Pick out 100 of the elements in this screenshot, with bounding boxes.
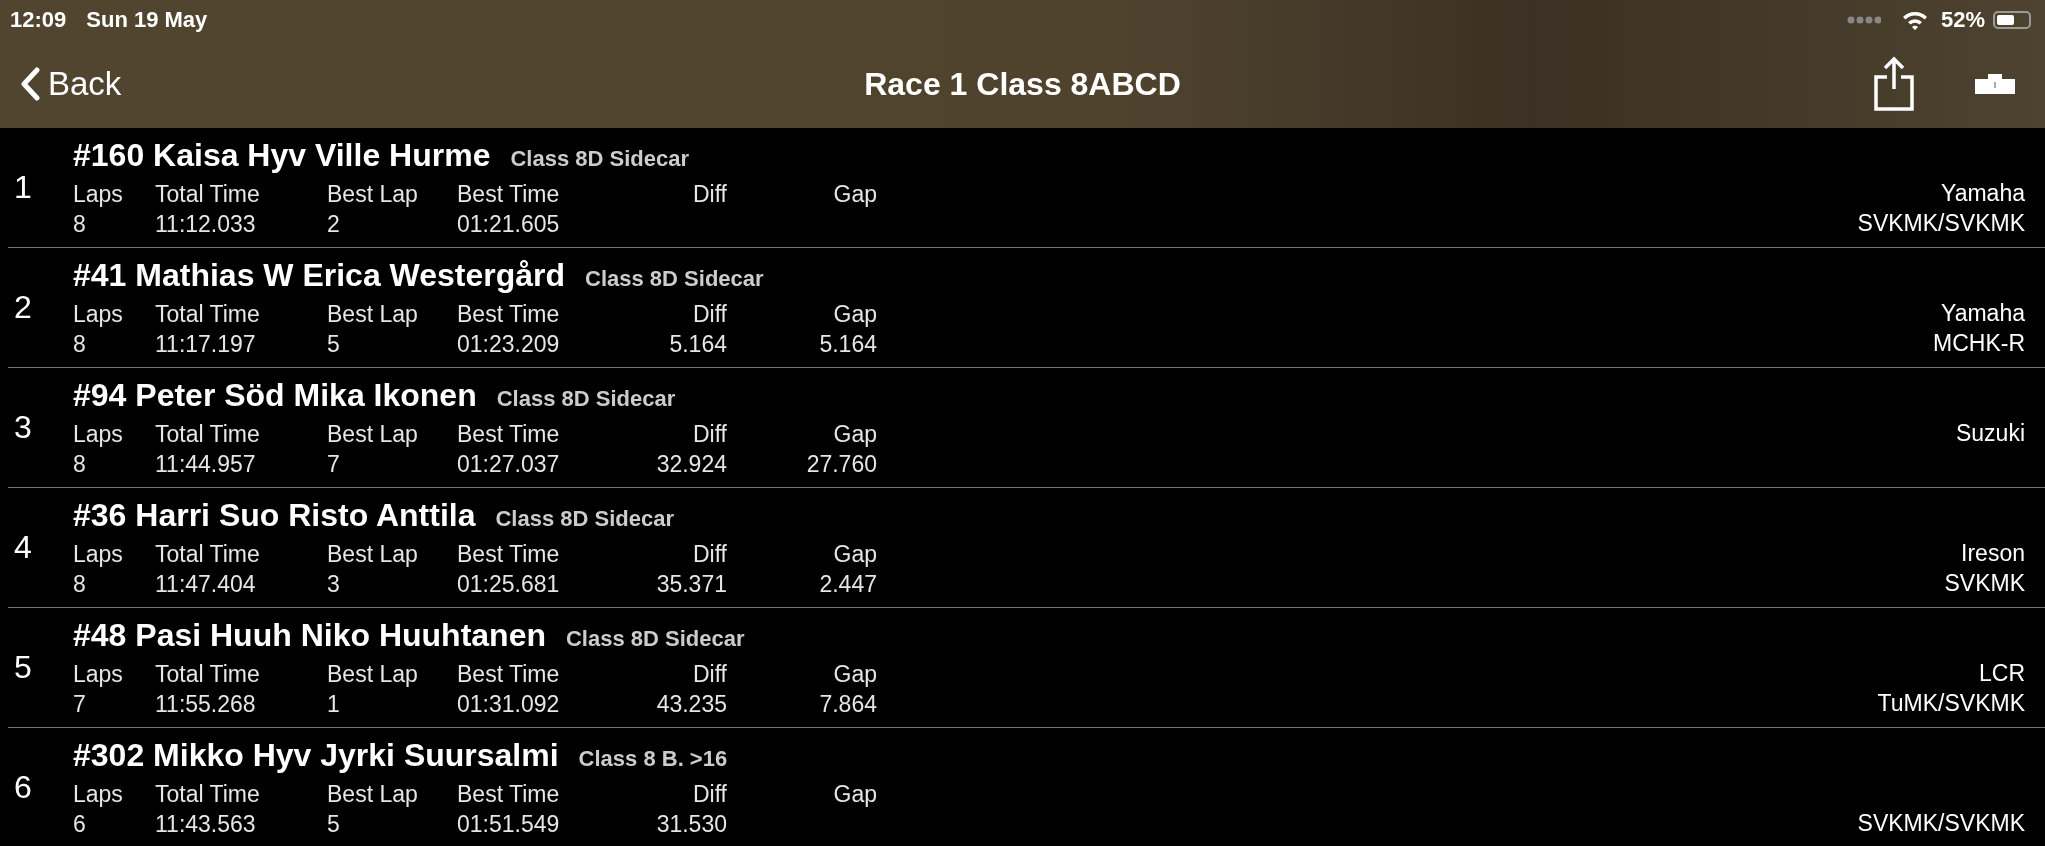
column-label: Laps xyxy=(73,779,124,809)
podium-icon[interactable] xyxy=(1975,74,2015,94)
column-label: Diff xyxy=(691,419,727,449)
column-label: Gap xyxy=(832,539,877,569)
entry-name: #160 Kaisa Hyv Ville Hurme xyxy=(73,136,491,174)
bike-make: LCR xyxy=(1979,658,2025,688)
status-time: 12:09 xyxy=(10,7,67,33)
column-label: Best Lap xyxy=(327,299,419,329)
column-label: Total Time xyxy=(155,539,261,569)
result-value: 11:44.957 xyxy=(155,449,257,479)
column-label: Laps xyxy=(73,659,124,689)
column-label: Diff xyxy=(691,659,727,689)
result-value: 43.235 xyxy=(655,689,727,719)
column-label: Total Time xyxy=(155,419,261,449)
club-name: SVKMK xyxy=(1944,568,2025,598)
result-value: 01:25.681 xyxy=(457,569,561,599)
back-button[interactable]: Back xyxy=(20,65,122,103)
entry-name: #41 Mathias W Erica Westergård xyxy=(73,256,566,294)
bike-make: Yamaha xyxy=(1941,178,2025,208)
column-label: Gap xyxy=(832,419,877,449)
column-label: Best Time xyxy=(457,179,561,209)
column-label: Best Lap xyxy=(327,659,419,689)
result-value: 27.760 xyxy=(805,449,877,479)
column-label: Diff xyxy=(691,299,727,329)
result-value: 3 xyxy=(327,569,341,599)
class-label: Class 8D Sidecar xyxy=(585,265,764,292)
result-value: 6 xyxy=(73,809,87,839)
position-number: 5 xyxy=(13,649,33,686)
position-number: 6 xyxy=(13,769,33,806)
screen-title: Race 1 Class 8ABCD xyxy=(864,65,1181,103)
result-value: 1 xyxy=(327,689,341,719)
bike-make: Ireson xyxy=(1961,538,2025,568)
share-icon[interactable] xyxy=(1873,56,1915,112)
club-name: TuMK/SVKMK xyxy=(1877,688,2025,718)
position-number: 4 xyxy=(13,529,33,566)
column-label: Laps xyxy=(73,299,124,329)
column-label: Gap xyxy=(832,659,877,689)
entry-name: #36 Harri Suo Risto Anttila xyxy=(73,496,476,534)
result-value: 01:31.092 xyxy=(457,689,561,719)
entry-name: #302 Mikko Hyv Jyrki Suursalmi xyxy=(73,736,559,774)
column-label: Best Time xyxy=(457,419,561,449)
position-number: 2 xyxy=(13,289,33,326)
column-label: Laps xyxy=(73,179,124,209)
column-label: Best Lap xyxy=(327,779,419,809)
column-label: Total Time xyxy=(155,299,261,329)
result-value: 8 xyxy=(73,449,87,479)
position-number: 1 xyxy=(13,169,33,206)
column-label: Best Time xyxy=(457,659,561,689)
result-value: 5 xyxy=(327,329,341,359)
class-label: Class 8 B. >16 xyxy=(578,745,728,772)
column-label: Laps xyxy=(73,419,124,449)
result-value: 5.164 xyxy=(818,329,877,359)
battery-icon xyxy=(1993,11,2031,29)
result-value: 7 xyxy=(73,689,87,719)
result-value: 01:51.549 xyxy=(457,809,561,839)
column-label: Diff xyxy=(691,779,727,809)
result-value: 2.447 xyxy=(818,569,877,599)
column-label: Gap xyxy=(832,779,877,809)
column-label: Diff xyxy=(691,179,727,209)
result-value: 01:27.037 xyxy=(457,449,561,479)
battery-percentage: 52% xyxy=(1940,7,1985,33)
column-label: Gap xyxy=(832,299,877,329)
bike-make: Yamaha xyxy=(1941,298,2025,328)
column-label: Best Lap xyxy=(327,179,419,209)
result-value: 32.924 xyxy=(655,449,727,479)
club-name: MCHK-R xyxy=(1933,328,2025,358)
signal-dots-icon xyxy=(1846,16,1881,24)
column-label: Gap xyxy=(832,179,877,209)
status-date: Sun 19 May xyxy=(86,7,208,33)
entry-name: #48 Pasi Huuh Niko Huuhtanen xyxy=(73,616,546,654)
result-value: 7.864 xyxy=(818,689,877,719)
column-label: Best Time xyxy=(457,539,561,569)
result-value: 11:43.563 xyxy=(155,809,257,839)
class-label: Class 8D Sidecar xyxy=(495,505,674,532)
result-value: 8 xyxy=(73,209,87,239)
result-value: 5 xyxy=(327,809,341,839)
result-value: 35.371 xyxy=(655,569,727,599)
result-value: 31.530 xyxy=(655,809,727,839)
class-label: Class 8D Sidecar xyxy=(510,145,689,172)
result-value: 8 xyxy=(73,329,87,359)
result-value: 7 xyxy=(327,449,341,479)
column-label: Total Time xyxy=(155,779,261,809)
class-label: Class 8D Sidecar xyxy=(496,385,676,412)
column-label: Best Lap xyxy=(327,419,419,449)
result-value: 2 xyxy=(327,209,341,239)
result-value: 11:17.197 xyxy=(155,329,257,359)
column-label: Best Time xyxy=(457,779,561,809)
result-value: 11:55.268 xyxy=(155,689,257,719)
column-label: Total Time xyxy=(155,179,261,209)
result-value: 8 xyxy=(73,569,87,599)
bike-make: Suzuki xyxy=(1955,418,2025,448)
result-value: 01:23.209 xyxy=(457,329,561,359)
class-label: Class 8D Sidecar xyxy=(565,625,745,652)
entry-name: #94 Peter Söd Mika Ikonen xyxy=(73,376,477,414)
column-label: Laps xyxy=(73,539,124,569)
column-label: Best Lap xyxy=(327,539,419,569)
column-label: Diff xyxy=(691,539,727,569)
column-label: Best Time xyxy=(457,299,561,329)
chevron-left-icon xyxy=(20,67,40,101)
club-name: SVKMK/SVKMK xyxy=(1857,808,2025,838)
